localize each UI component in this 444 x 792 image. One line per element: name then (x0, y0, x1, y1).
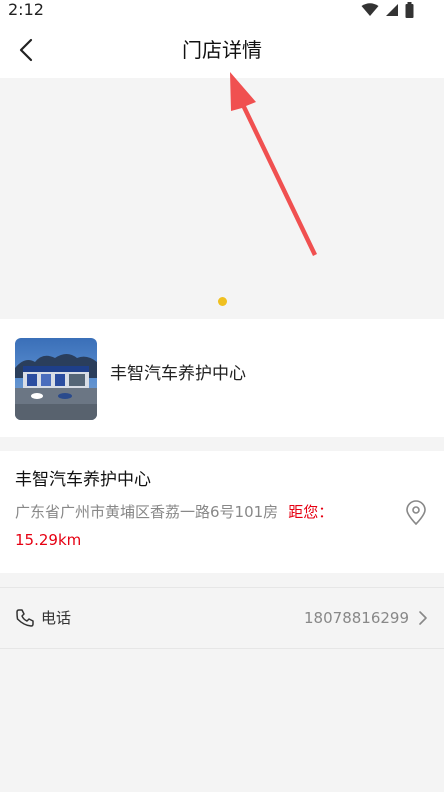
phone-row[interactable]: 电话 18078816299 (0, 587, 444, 649)
store-card-name: 丰智汽车养护中心 (110, 364, 246, 384)
chevron-right-icon (419, 611, 427, 625)
map-pin-icon (406, 500, 426, 526)
distance-label: 距您： (288, 503, 334, 521)
banner-carousel[interactable] (0, 78, 444, 318)
phone-label: 电话 (41, 609, 72, 627)
status-bar: 2:12 (0, 0, 444, 22)
battery-icon (405, 2, 414, 18)
store-address-block: 广东省广州市黄埔区香荔一路6号101房 距您： 15.29km (15, 498, 360, 554)
carousel-indicator[interactable] (218, 297, 227, 306)
status-time: 2:12 (8, 0, 44, 19)
store-name: 丰智汽车养护中心 (15, 470, 151, 490)
store-info: 丰智汽车养护中心 广东省广州市黄埔区香荔一路6号101房 距您： 15.29km (0, 451, 444, 573)
navigate-button[interactable] (403, 500, 429, 526)
store-photo (15, 338, 97, 420)
nav-bar: 门店详情 (0, 22, 444, 78)
store-card[interactable]: 丰智汽车养护中心 (0, 319, 444, 437)
store-thumbnail[interactable] (15, 338, 97, 420)
phone-icon (16, 609, 34, 627)
store-address: 广东省广州市黄埔区香荔一路6号101房 (15, 503, 279, 521)
phone-number[interactable]: 18078816299 (304, 606, 409, 630)
signal-icon (386, 4, 398, 16)
wifi-icon (361, 3, 379, 16)
distance-value: 15.29km (15, 531, 82, 549)
status-icons (361, 1, 414, 19)
page-title: 门店详情 (182, 38, 262, 62)
